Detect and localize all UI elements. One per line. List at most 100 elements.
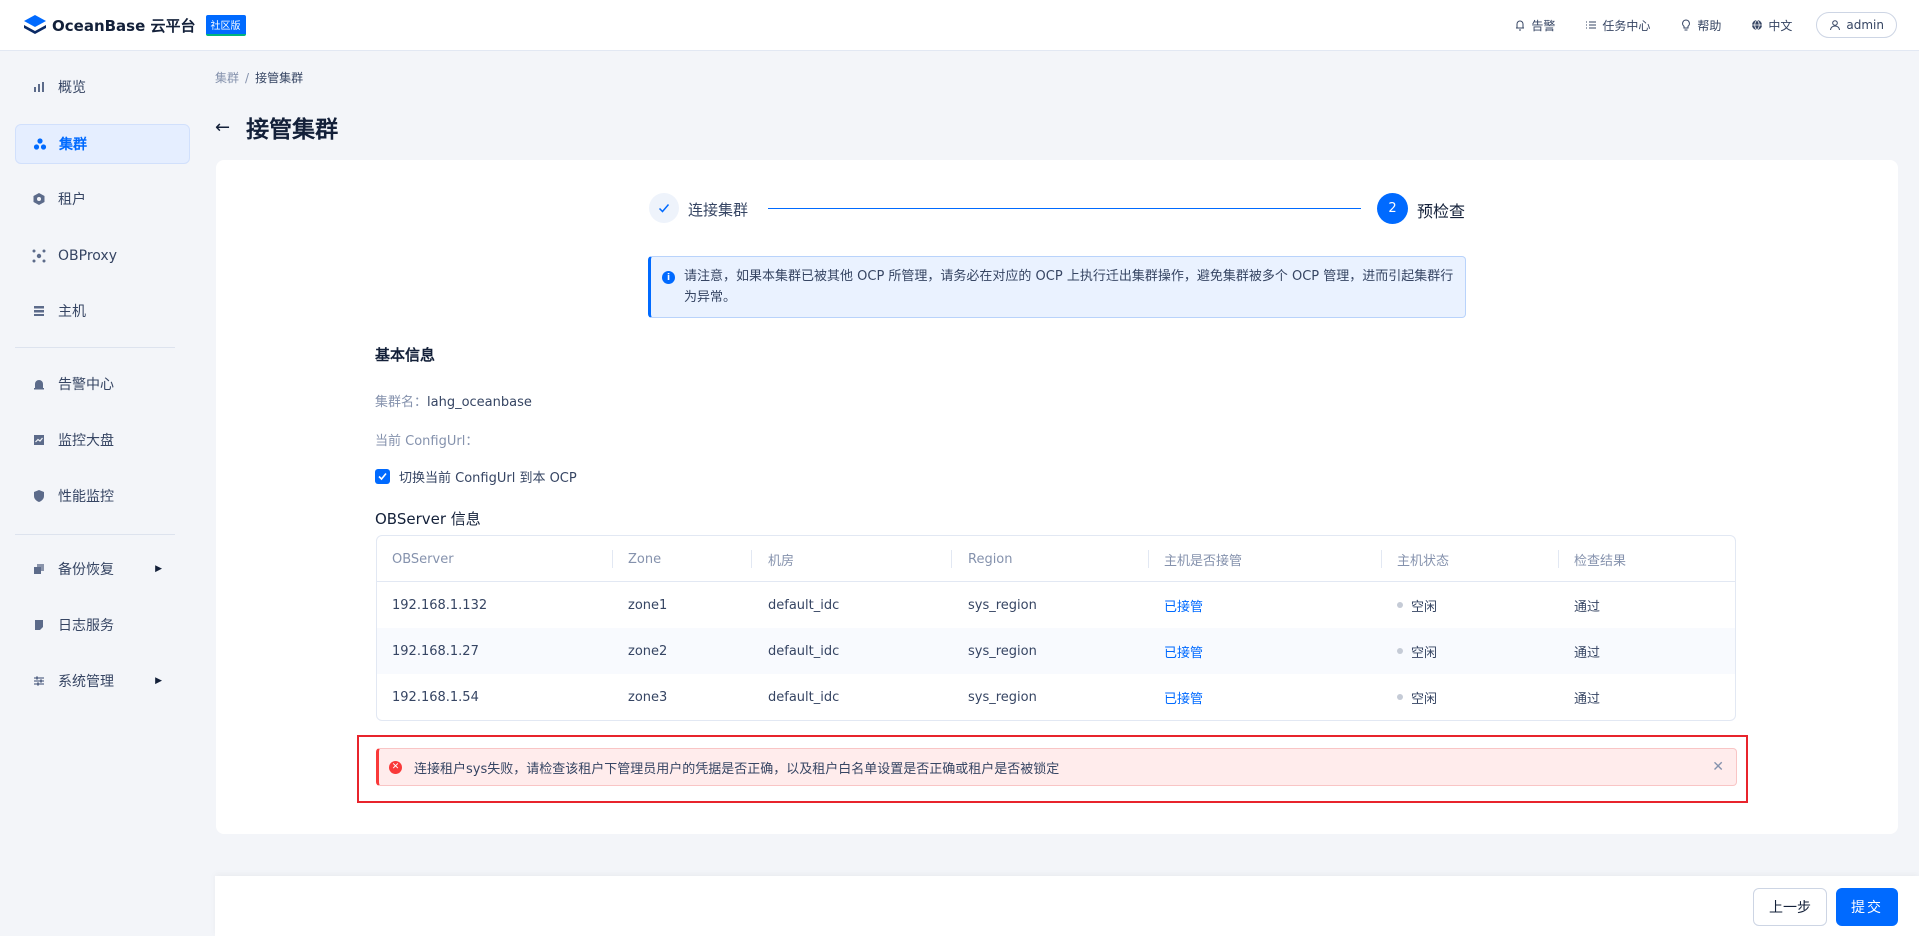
cell-observer: 192.168.1.132 — [392, 597, 488, 613]
status-text: 空闲 — [1411, 599, 1438, 615]
status-dot — [1397, 648, 1403, 654]
sidebar-item-cluster[interactable]: 集群 — [15, 124, 190, 164]
observer-info-title: OBServer 信息 — [375, 510, 481, 528]
cell-host-managed-link[interactable]: 已接管 — [1164, 674, 1203, 720]
cluster-name-value: lahg_oceanbase — [427, 395, 532, 410]
sidebar-item-log-service[interactable]: 日志服务 — [15, 605, 190, 645]
logo[interactable]: OceanBase 云平台 社区版 — [22, 13, 246, 37]
cell-check-result: 通过 — [1574, 599, 1601, 615]
column-separator — [612, 550, 613, 568]
bell-icon — [1516, 20, 1525, 31]
previous-step-button[interactable]: 上一步 — [1753, 888, 1827, 926]
column-header: OBServer — [392, 551, 454, 567]
config-url-label: 当前 ConfigUrl： — [375, 434, 479, 449]
cell-check-result: 通过 — [1574, 691, 1601, 707]
status-text: 空闲 — [1411, 645, 1438, 661]
cell-region: sys_region — [968, 689, 1037, 705]
table-row: 192.168.1.54 zone3 default_idc sys_regio… — [377, 674, 1735, 720]
sidebar-item-alarm-center[interactable]: 告警中心 — [15, 364, 190, 404]
breadcrumb-current: 接管集群 — [255, 71, 304, 85]
sidebar-item-label: 日志服务 — [58, 618, 114, 634]
checkbox-label: 切换当前 ConfigUrl 到本 OCP — [399, 471, 577, 486]
error-icon: ✕ — [389, 760, 402, 774]
back-arrow-icon[interactable]: ← — [215, 117, 230, 138]
sidebar-item-system-settings[interactable]: 系统管理 ▶ — [15, 661, 190, 701]
header-help[interactable]: 帮助 — [1680, 17, 1721, 34]
basic-info-title: 基本信息 — [375, 346, 436, 364]
header-language-label: 中文 — [1768, 18, 1793, 33]
column-separator — [751, 550, 752, 568]
cell-zone: zone3 — [628, 689, 668, 705]
page-title: 接管集群 — [246, 117, 339, 143]
info-alert: i 请注意，如果本集群已被其他 OCP 所管理，请务必在对应的 OCP 上执行迁… — [648, 256, 1466, 318]
user-menu[interactable]: admin — [1816, 12, 1897, 38]
cell-idc: default_idc — [768, 643, 840, 659]
column-header: Region — [968, 551, 1013, 567]
status-text: 空闲 — [1411, 691, 1438, 707]
list-icon — [1586, 21, 1597, 29]
log-icon — [31, 617, 47, 633]
info-alert-text: 请注意，如果本集群已被其他 OCP 所管理，请务必在对应的 OCP 上执行迁出集… — [684, 269, 1454, 305]
cell-idc: default_idc — [768, 597, 840, 613]
sidebar-item-monitor-dashboard[interactable]: 监控大盘 — [15, 420, 190, 460]
cell-observer: 192.168.1.27 — [392, 643, 479, 659]
sidebar-divider — [15, 347, 175, 348]
user-name: admin — [1846, 18, 1884, 32]
observer-table: OBServer Zone 机房 Region 主机是否接管 主机状态 检查结果… — [376, 535, 1736, 721]
step-2-number: 2 — [1377, 193, 1408, 224]
breadcrumb-parent[interactable]: 集群 — [215, 71, 239, 85]
user-icon — [1830, 20, 1841, 31]
table-row: 192.168.1.132 zone1 default_idc sys_regi… — [377, 582, 1735, 628]
cell-host-status: 空闲 — [1397, 628, 1437, 674]
caret-right-icon: ▶ — [155, 676, 162, 686]
sidebar-item-label: 系统管理 — [58, 674, 114, 690]
cell-check-result: 通过 — [1574, 645, 1601, 661]
settings-icon — [31, 673, 47, 689]
sidebar-item-label: 监控大盘 — [58, 433, 114, 449]
cell-host-status: 空闲 — [1397, 674, 1437, 720]
cell-observer: 192.168.1.54 — [392, 689, 479, 705]
oceanbase-logo-icon — [22, 13, 48, 37]
sidebar-item-overview[interactable]: 概览 — [15, 67, 190, 107]
cell-host-managed-link[interactable]: 已接管 — [1164, 582, 1203, 628]
sidebar: 概览 集群 租户 OBProxy 主机 告警中心 监控大盘 性能监控 备份恢复 … — [0, 52, 190, 936]
column-header: 主机是否接管 — [1164, 553, 1243, 569]
cluster-name-row: 集群名：lahg_oceanbase — [375, 391, 532, 410]
sidebar-item-label: OBProxy — [58, 248, 117, 264]
header-task-center[interactable]: 任务中心 — [1585, 17, 1650, 34]
checkbox-checked-icon[interactable] — [375, 469, 390, 484]
sidebar-item-label: 集群 — [59, 137, 87, 153]
cell-host-managed-link[interactable]: 已接管 — [1164, 628, 1203, 674]
config-url-row: 当前 ConfigUrl： — [375, 430, 478, 449]
submit-button[interactable]: 提交 — [1836, 888, 1898, 926]
sidebar-item-backup[interactable]: 备份恢复 ▶ — [15, 549, 190, 589]
cluster-name-label: 集群名： — [375, 395, 428, 410]
footer-bar — [215, 876, 1919, 936]
cell-zone: zone2 — [628, 643, 668, 659]
sidebar-item-obproxy[interactable]: OBProxy — [15, 236, 190, 276]
top-header: OceanBase 云平台 社区版 告警 任务中心 帮助 中文 admin — [0, 0, 1919, 51]
edition-badge: 社区版 — [205, 14, 246, 36]
table-header: OBServer Zone 机房 Region 主机是否接管 主机状态 检查结果 — [377, 536, 1735, 582]
breadcrumb-separator: / — [245, 71, 250, 85]
cell-zone: zone1 — [628, 597, 668, 613]
monitor-icon — [31, 432, 47, 448]
header-language[interactable]: 中文 — [1751, 17, 1792, 34]
cell-host-status: 空闲 — [1397, 582, 1437, 628]
sidebar-item-label: 主机 — [58, 304, 86, 320]
column-header: 机房 — [768, 553, 795, 569]
sidebar-item-label: 告警中心 — [58, 377, 114, 393]
switch-configurl-checkbox-row[interactable]: 切换当前 ConfigUrl 到本 OCP — [375, 467, 577, 486]
sidebar-item-label: 租户 — [58, 192, 86, 208]
sidebar-item-label: 备份恢复 — [58, 562, 114, 578]
cell-region: sys_region — [968, 597, 1037, 613]
header-alarm[interactable]: 告警 — [1514, 17, 1555, 34]
table-row: 192.168.1.27 zone2 default_idc sys_regio… — [377, 628, 1735, 674]
column-separator — [1558, 550, 1559, 568]
close-icon[interactable]: ✕ — [1712, 759, 1724, 775]
sidebar-item-host[interactable]: 主机 — [15, 291, 190, 331]
step-1-check-icon — [649, 193, 679, 223]
sidebar-item-tenant[interactable]: 租户 — [15, 179, 190, 219]
cell-region: sys_region — [968, 643, 1037, 659]
sidebar-item-performance[interactable]: 性能监控 — [15, 476, 190, 516]
